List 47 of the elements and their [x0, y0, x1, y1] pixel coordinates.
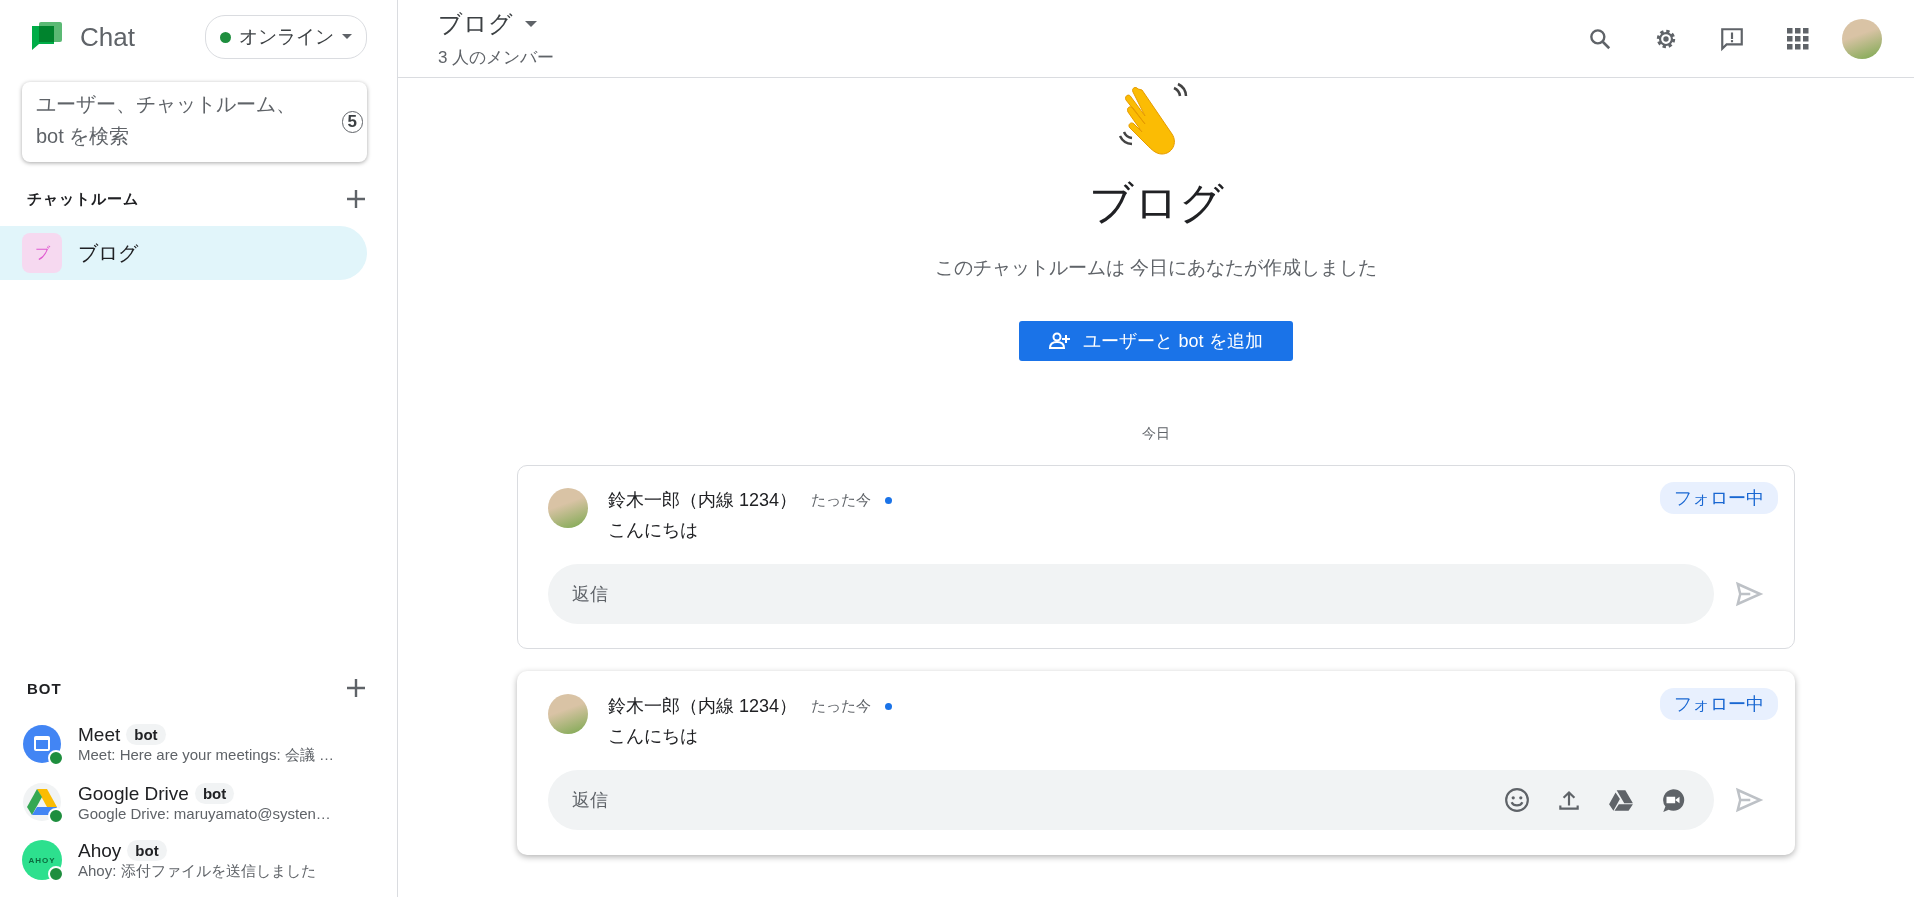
bot-tag: bot: [126, 724, 166, 745]
avatar-photo-placeholder: [548, 694, 588, 734]
avatar-photo-placeholder: [548, 488, 588, 528]
add-icon[interactable]: [345, 188, 367, 210]
author-name: 鈴木一郎（内線 1234）: [608, 695, 798, 718]
search-field[interactable]: ユーザー、チャットルーム、bot を検索 5: [22, 82, 367, 162]
person-add-icon: [1049, 332, 1072, 350]
caret-icon[interactable]: [525, 20, 537, 28]
ahoy-logo: AHOY: [22, 840, 62, 880]
room-name: ブログ: [78, 240, 138, 266]
message-text: こんにちは: [608, 519, 699, 542]
section-title: チャットルーム: [27, 189, 139, 209]
date-divider: 今日: [1142, 425, 1170, 443]
author-name: 鈴木一郎（内線 1234）: [608, 489, 798, 512]
following-button[interactable]: フォロー中: [1660, 482, 1778, 514]
room-title[interactable]: ブログ: [438, 8, 513, 40]
reply-field[interactable]: 返信: [548, 770, 1714, 830]
calendar-bubble-icon: [22, 724, 62, 764]
reply-field[interactable]: 返信: [548, 564, 1714, 624]
following-button[interactable]: フォロー中: [1660, 688, 1778, 720]
section-title: BOT: [27, 679, 62, 697]
room-avatar: ブ: [22, 233, 62, 273]
add-icon[interactable]: [345, 677, 367, 699]
app-name: Chat: [80, 21, 135, 53]
message-preview: Google Drive: maruyamato@systen…: [78, 804, 331, 822]
room-heading: ブログ: [1088, 177, 1224, 229]
message-time: たった今: [811, 490, 872, 510]
caret-icon[interactable]: [342, 34, 352, 40]
status-dropdown[interactable]: オンライン: [205, 15, 367, 59]
message-text: こんにちは: [608, 725, 699, 748]
bot-name[interactable]: Meet: [78, 723, 121, 746]
bot-tag: bot: [194, 783, 235, 804]
status-dot: [220, 31, 231, 43]
room-item[interactable]: ブ ブログ: [0, 226, 367, 280]
message-preview: Meet: Here are your meetings: 会議 …: [78, 745, 334, 765]
bot-tag: bot: [127, 840, 167, 861]
emoji-icon[interactable]: [1504, 787, 1530, 813]
add-people-button[interactable]: ユーザーと bot を追加: [1019, 321, 1293, 361]
member-count[interactable]: 3 人のメンバー: [438, 46, 555, 69]
bot-name[interactable]: Google Drive: [78, 782, 189, 805]
message-preview: Ahoy: 添付ファイルを送信しました: [78, 861, 316, 881]
video-bubble-icon[interactable]: [1660, 787, 1686, 813]
bot-name[interactable]: Ahoy: [78, 839, 122, 862]
room-created-text: このチャットルームは 今日にあなたが作成しました: [934, 256, 1378, 280]
message-time: たった今: [811, 696, 872, 716]
triangle-logo-icon: [22, 782, 62, 822]
triangle-logo-icon[interactable]: [1608, 787, 1634, 813]
